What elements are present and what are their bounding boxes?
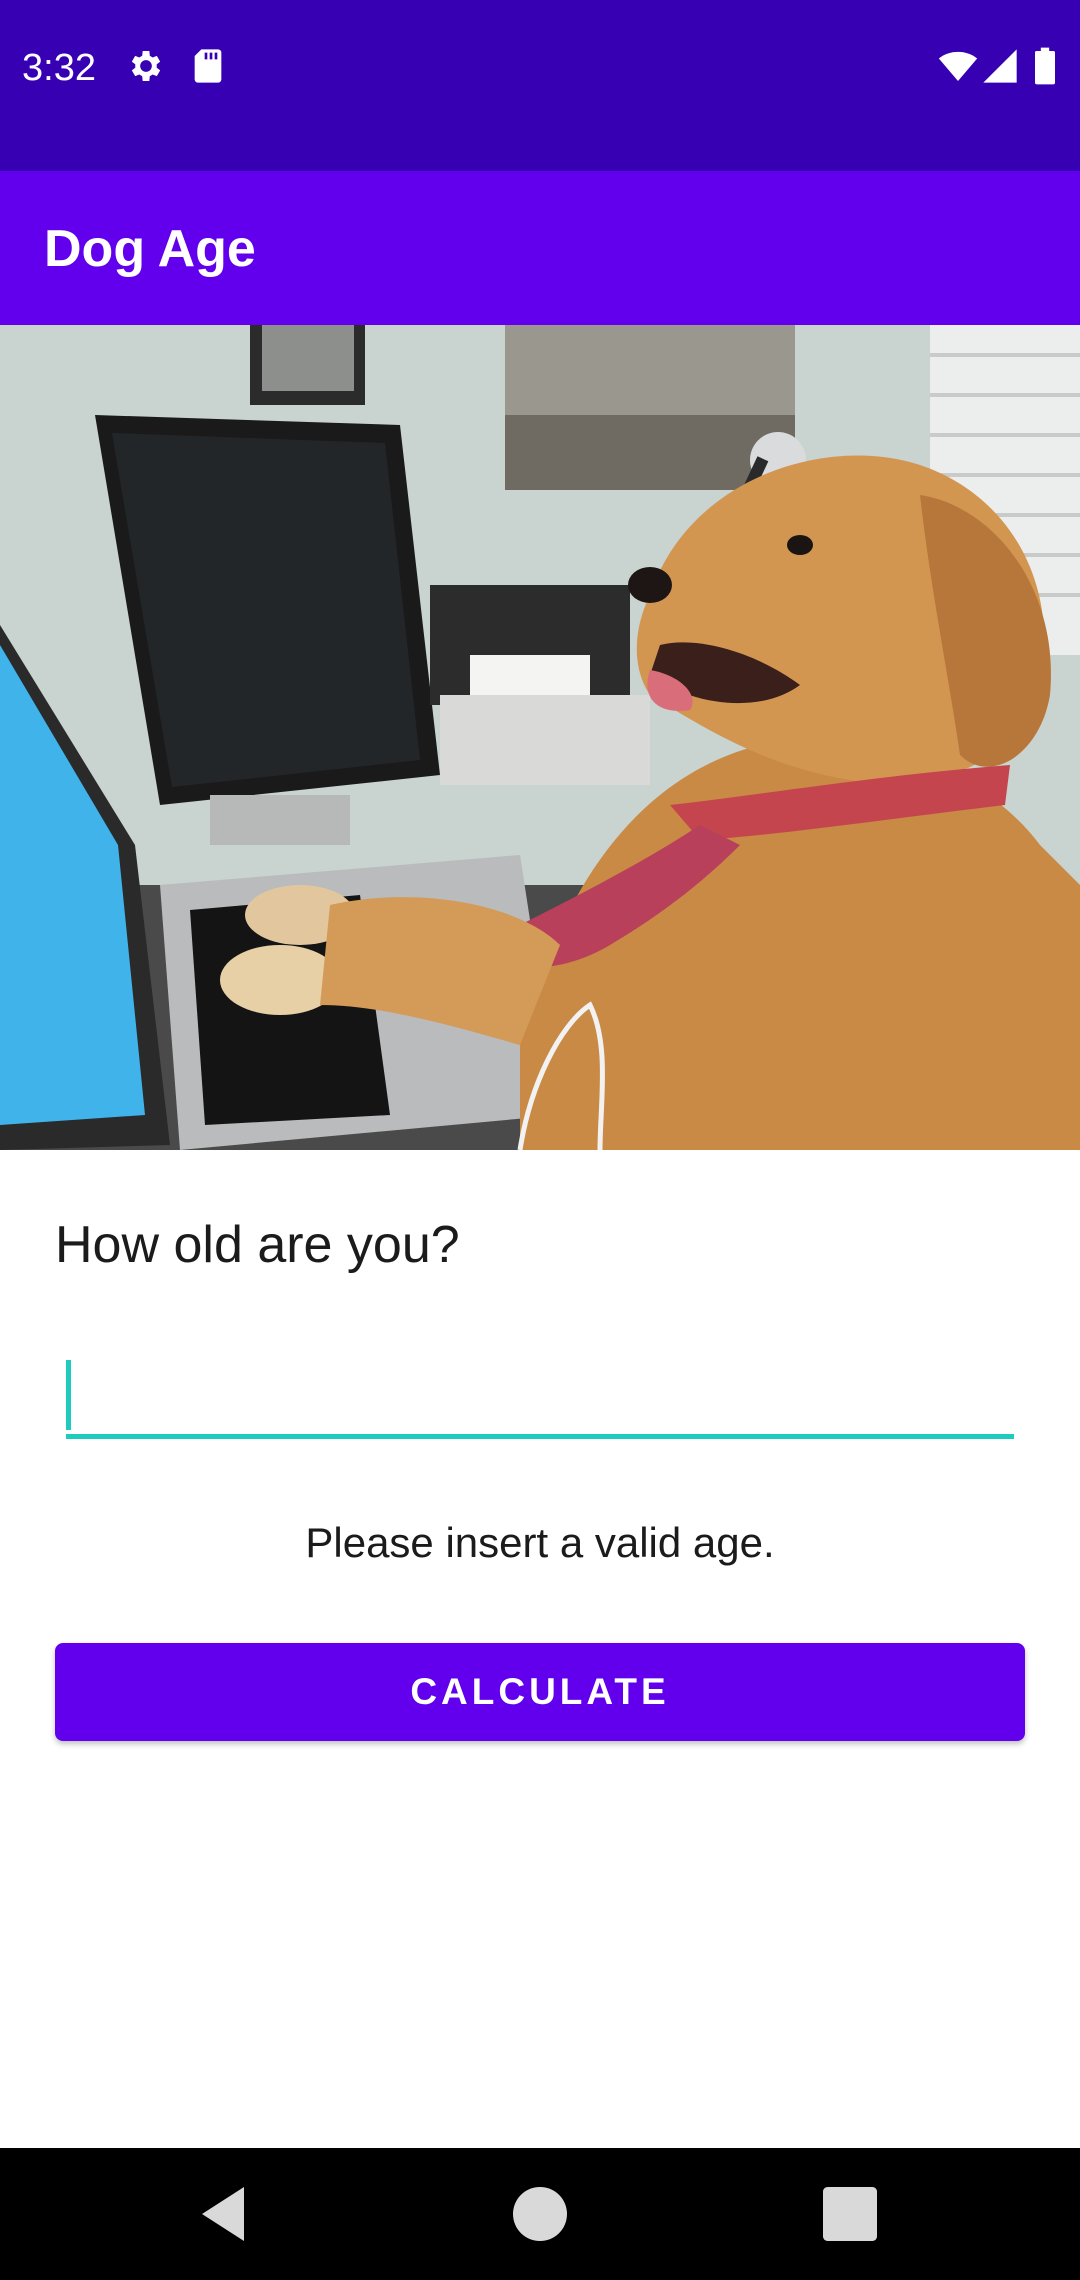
calculate-button[interactable]: CALCULATE (55, 1643, 1025, 1741)
sd-card-icon (188, 46, 228, 86)
age-question-label: How old are you? (55, 1216, 460, 1274)
age-input-underline (66, 1434, 1014, 1439)
status-bar: 3:32 (0, 0, 1080, 171)
screen: 3:32 Dog Age How old are you? Please ins… (0, 0, 1080, 2280)
text-cursor (66, 1360, 71, 1430)
result-message: Please insert a valid age. (305, 1519, 775, 1566)
recents-icon[interactable] (814, 2178, 886, 2250)
dog-at-computer-photo (0, 325, 1080, 1150)
status-time: 3:32 (22, 47, 96, 89)
navigation-bar (0, 2148, 1080, 2280)
app-title: Dog Age (44, 220, 256, 278)
home-icon[interactable] (504, 2178, 576, 2250)
app-bar: Dog Age (0, 171, 1080, 325)
back-icon[interactable] (190, 2178, 262, 2250)
age-input[interactable] (66, 1350, 1014, 1434)
wifi-icon (937, 46, 979, 86)
signal-icon (980, 46, 1020, 86)
battery-icon (1030, 46, 1060, 86)
age-input-container (66, 1350, 1014, 1440)
settings-icon (126, 46, 166, 86)
